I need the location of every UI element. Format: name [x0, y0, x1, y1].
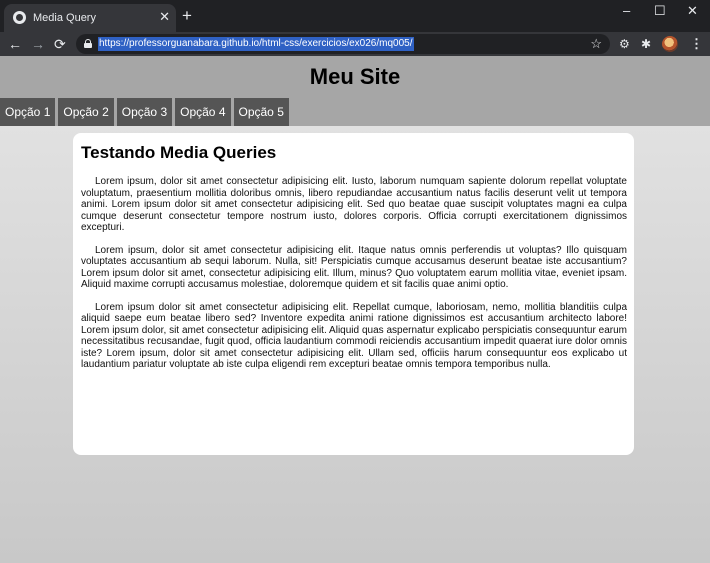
- site-title: Meu Site: [309, 64, 401, 89]
- menu-item-3[interactable]: Opção 3: [116, 98, 173, 126]
- new-tab-button[interactable]: +: [182, 6, 192, 26]
- site-menu: Opção 1 Opção 2 Opção 3 Opção 4 Opção 5: [0, 98, 292, 126]
- url-text[interactable]: https://professorguanabara.github.io/htm…: [98, 37, 414, 51]
- browser-toolbar: ← → ⟳ https://professorguanabara.github.…: [0, 32, 710, 56]
- paragraph-3: Lorem ipsum dolor sit amet consectetur a…: [81, 301, 627, 371]
- paragraph-2: Lorem ipsum, dolor sit amet consectetur …: [81, 244, 627, 291]
- address-bar[interactable]: https://professorguanabara.github.io/htm…: [76, 34, 610, 54]
- menu-item-4[interactable]: Opção 4: [175, 98, 231, 126]
- content-title: Testando Media Queries: [81, 143, 277, 162]
- lock-icon: [84, 39, 92, 48]
- tab-strip: Media Query ✕ + – ☐ ✕: [0, 0, 710, 32]
- avatar-icon[interactable]: [662, 36, 678, 52]
- browser-tab[interactable]: Media Query ✕: [4, 4, 176, 32]
- tab-close-icon[interactable]: ✕: [159, 9, 170, 25]
- forward-button[interactable]: →: [31, 35, 45, 53]
- tab-title: Media Query: [33, 12, 96, 24]
- paragraph-1: Lorem ipsum, dolor sit amet consectetur …: [81, 176, 627, 233]
- reload-button[interactable]: ⟳: [54, 35, 66, 53]
- menu-item-1[interactable]: Opção 1: [0, 98, 56, 126]
- site-header: Meu Site Opção 1 Opção 2 Opção 3 Opção 4…: [0, 56, 710, 126]
- globe-icon: [13, 11, 26, 24]
- back-button[interactable]: ←: [8, 35, 22, 53]
- menu-item-2[interactable]: Opção 2: [58, 98, 114, 126]
- page-viewport: Meu Site Opção 1 Opção 2 Opção 3 Opção 4…: [0, 56, 710, 563]
- minimize-button[interactable]: –: [623, 3, 630, 19]
- star-icon[interactable]: ☆: [590, 36, 602, 52]
- puzzle-icon[interactable]: ✱: [641, 36, 651, 52]
- menu-item-5[interactable]: Opção 5: [233, 98, 289, 126]
- content-card: Testando Media Queries Lorem ipsum, dolo…: [73, 133, 634, 455]
- menu-dots-icon[interactable]: ⋮: [690, 36, 703, 52]
- maximize-button[interactable]: ☐: [654, 3, 666, 19]
- gear-icon[interactable]: ⚙: [619, 36, 630, 52]
- close-window-button[interactable]: ✕: [687, 3, 698, 19]
